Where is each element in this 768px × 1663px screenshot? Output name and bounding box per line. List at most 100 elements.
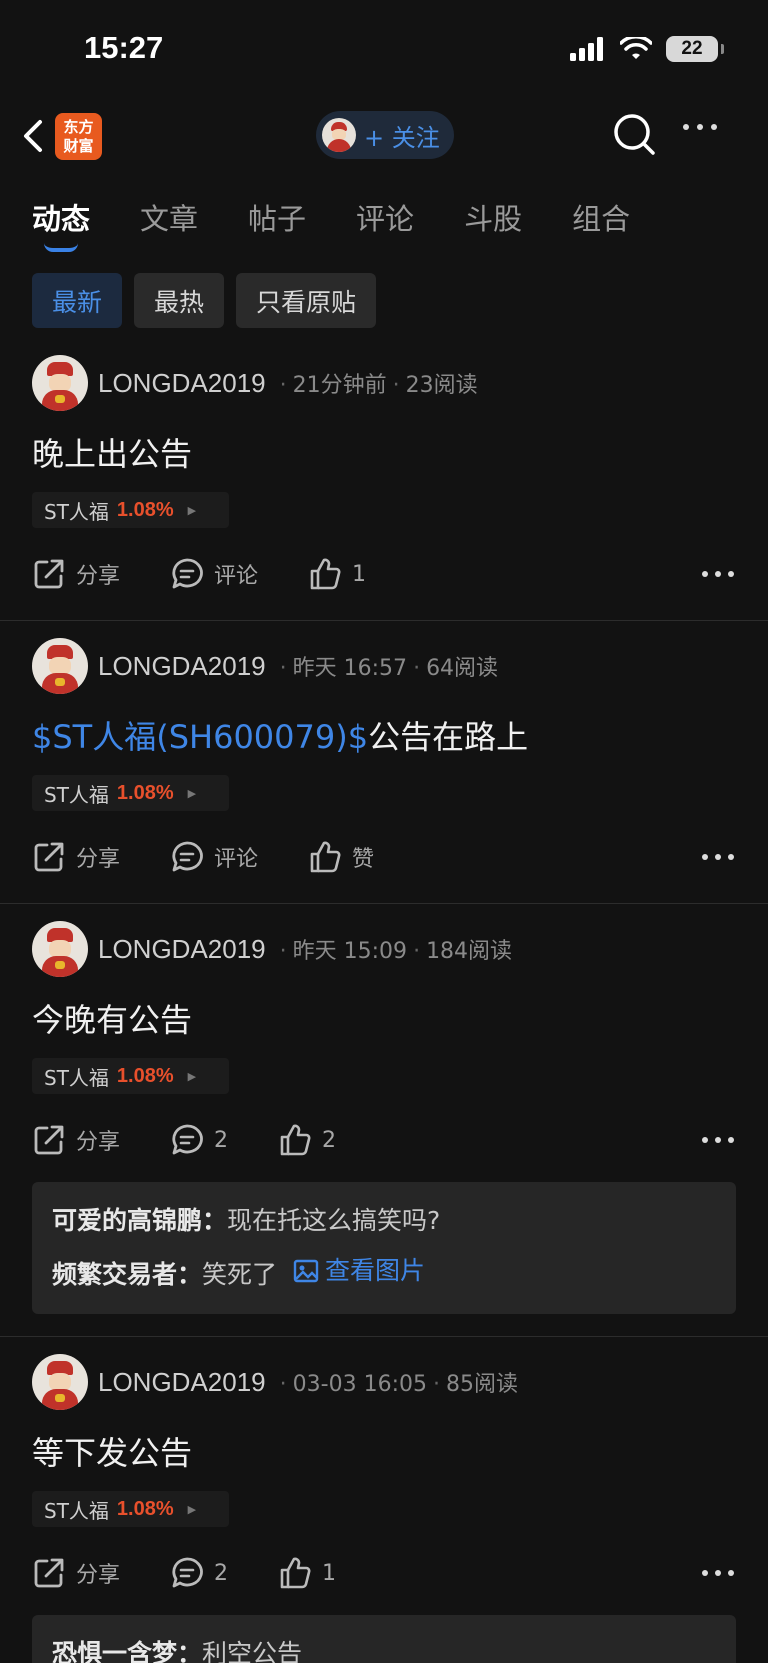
commenter-name[interactable]: 频繁交易者： [52, 1260, 202, 1289]
author-avatar[interactable] [32, 355, 88, 411]
play-arrow-icon: ▶ [187, 1069, 197, 1083]
comment-item: 频繁交易者：笑死了 查看图片 [52, 1246, 716, 1300]
profile-tabs: 动态 文章 帖子 评论 斗股 组合 [32, 196, 680, 252]
stock-tag[interactable]: ST人福 1.08% ▶ [32, 492, 229, 528]
post-time: 昨天 16:57 [292, 656, 408, 681]
post-card[interactable]: LONGDA2019 · 昨天 15:09 · 184阅读 今晚有公告 ST人福 1.… [0, 904, 768, 1337]
commenter-name[interactable]: 可爱的高锦鹏： [52, 1206, 227, 1235]
filter-original-only[interactable]: 只看原贴 [236, 273, 377, 328]
post-more-icon[interactable] [702, 571, 734, 577]
comment-text: 现在托这么搞笑吗? [227, 1206, 441, 1235]
post-actions: 分享 2 2 [32, 1094, 736, 1186]
comment-button[interactable]: 评论 [170, 557, 258, 591]
follow-button[interactable]: + 关注 [316, 111, 454, 159]
post-header: LONGDA2019 · 昨天 15:09 · 184阅读 [32, 920, 736, 978]
stock-tag[interactable]: ST人福 1.08% ▶ [32, 775, 229, 811]
logo-text-line1: 东方 [63, 117, 94, 136]
comment-item: 恐惧一含梦：利空公告 [52, 1629, 716, 1663]
post-text[interactable]: 晚上出公告 [32, 430, 736, 478]
post-header: LONGDA2019 · 03-03 16:05 · 85阅读 [32, 1353, 736, 1411]
search-icon[interactable] [612, 112, 656, 156]
comment-button[interactable]: 2 [170, 1123, 228, 1157]
stock-name: ST人福 [44, 1498, 109, 1523]
comment-icon [172, 1557, 203, 1588]
tab-stock-battle[interactable]: 斗股 [464, 196, 522, 238]
post-card[interactable]: LONGDA2019 · 21分钟前 · 23阅读 晚上出公告 ST人福 1.08% … [0, 338, 768, 621]
author-name[interactable]: LONGDA2019 [98, 651, 266, 682]
author-name[interactable]: LONGDA2019 [98, 1367, 266, 1398]
comment-preview[interactable]: 恐惧一含梦：利空公告 [32, 1615, 736, 1663]
post-header: LONGDA2019 · 昨天 16:57 · 64阅读 [32, 637, 736, 695]
stock-change: 1.08% [116, 781, 174, 804]
post-actions: 分享 评论 赞 [32, 811, 736, 903]
stock-cashtag-link[interactable]: $ST人福(SH600079)$ [32, 718, 368, 756]
logo-text-line2: 财富 [63, 136, 94, 155]
post-more-icon[interactable] [702, 1570, 734, 1576]
top-nav-bar: 东方 财富 + 关注 [0, 100, 768, 174]
comment-button[interactable]: 评论 [170, 840, 258, 874]
stock-name: ST人福 [44, 499, 109, 524]
comment-item: 可爱的高锦鹏：现在托这么搞笑吗? [52, 1196, 716, 1246]
post-more-icon[interactable] [702, 854, 734, 860]
read-count: 23阅读 [405, 373, 478, 398]
post-text[interactable]: 等下发公告 [32, 1429, 736, 1477]
post-card[interactable]: LONGDA2019 · 03-03 16:05 · 85阅读 等下发公告 ST人福 … [0, 1337, 768, 1663]
author-avatar[interactable] [32, 1354, 88, 1410]
like-button[interactable]: 2 [278, 1123, 336, 1157]
share-button[interactable]: 分享 [32, 557, 120, 591]
tab-dynamics[interactable]: 动态 [32, 196, 90, 252]
tab-posts[interactable]: 帖子 [248, 196, 306, 238]
app-logo[interactable]: 东方 财富 [55, 113, 102, 160]
author-avatar[interactable] [32, 921, 88, 977]
play-arrow-icon: ▶ [187, 503, 197, 517]
read-count: 85阅读 [445, 1372, 518, 1397]
post-text[interactable]: $ST人福(SH600079)$公告在路上 [32, 713, 736, 761]
more-options-icon[interactable] [683, 124, 717, 130]
tab-portfolio[interactable]: 组合 [572, 196, 630, 238]
wifi-icon [620, 37, 652, 59]
view-image-link[interactable]: 查看图片 [293, 1246, 425, 1296]
post-time: 昨天 15:09 [292, 939, 408, 964]
comment-preview[interactable]: 可爱的高锦鹏：现在托这么搞笑吗? 频繁交易者：笑死了 查看图片 [32, 1182, 736, 1314]
like-button[interactable]: 1 [278, 1556, 336, 1590]
post-header: LONGDA2019 · 21分钟前 · 23阅读 [32, 354, 736, 412]
filter-chips: 最新 最热 只看原贴 [32, 273, 377, 328]
like-button[interactable]: 1 [308, 557, 366, 591]
author-name[interactable]: LONGDA2019 [98, 368, 266, 399]
thumbs-up-icon [310, 841, 341, 873]
share-button[interactable]: 分享 [32, 840, 120, 874]
filter-hottest[interactable]: 最热 [134, 273, 225, 328]
share-button[interactable]: 分享 [32, 1556, 120, 1590]
share-icon [34, 1125, 64, 1155]
stock-change: 1.08% [116, 1064, 174, 1087]
share-button[interactable]: 分享 [32, 1123, 120, 1157]
follow-label: + 关注 [364, 123, 440, 152]
stock-name: ST人福 [44, 1065, 109, 1090]
post-card[interactable]: LONGDA2019 · 昨天 16:57 · 64阅读 $ST人福(SH600079… [0, 621, 768, 904]
post-feed: LONGDA2019 · 21分钟前 · 23阅读 晚上出公告 ST人福 1.08% … [0, 338, 768, 1663]
comment-icon [172, 558, 203, 589]
comment-text: 笑死了 [202, 1260, 278, 1289]
stock-tag[interactable]: ST人福 1.08% ▶ [32, 1058, 229, 1094]
share-icon [34, 1558, 64, 1588]
back-arrow-icon[interactable] [18, 116, 48, 156]
post-text[interactable]: 今晚有公告 [32, 996, 736, 1044]
post-more-icon[interactable] [702, 1137, 734, 1143]
stock-tag[interactable]: ST人福 1.08% ▶ [32, 1491, 229, 1527]
stock-change: 1.08% [116, 1497, 174, 1520]
thumbs-up-icon [280, 1557, 311, 1589]
thumbs-up-icon [280, 1124, 311, 1156]
comment-button[interactable]: 2 [170, 1556, 228, 1590]
status-bar: 15:27 22 [0, 0, 768, 100]
tab-comments[interactable]: 评论 [356, 196, 414, 238]
author-avatar[interactable] [32, 638, 88, 694]
tab-articles[interactable]: 文章 [140, 196, 198, 238]
post-actions: 分享 评论 1 [32, 528, 736, 620]
commenter-name[interactable]: 恐惧一含梦： [52, 1639, 202, 1663]
filter-latest[interactable]: 最新 [32, 273, 123, 328]
comment-text: 利空公告 [202, 1639, 303, 1663]
image-icon [293, 1259, 319, 1283]
like-button[interactable]: 赞 [308, 840, 374, 874]
read-count: 184阅读 [426, 939, 513, 964]
author-name[interactable]: LONGDA2019 [98, 934, 266, 965]
